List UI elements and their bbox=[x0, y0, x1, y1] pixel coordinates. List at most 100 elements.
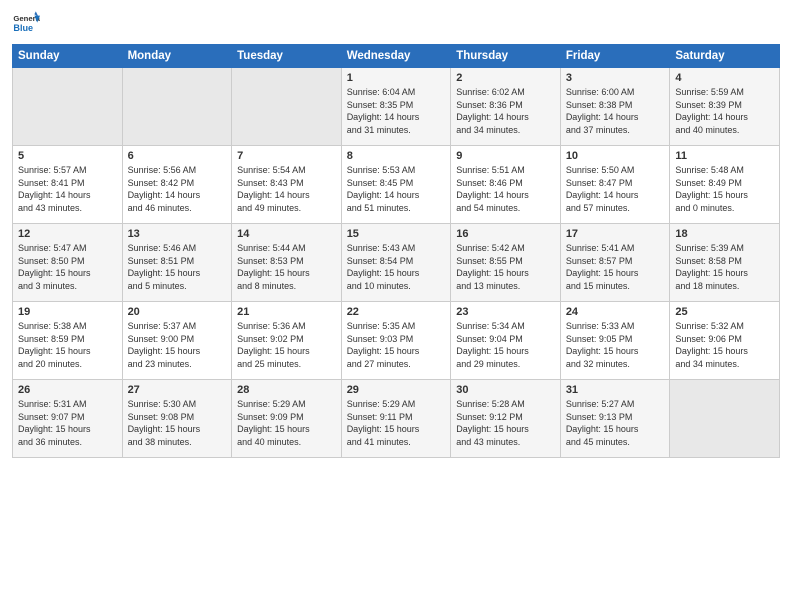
calendar-cell: 23 Sunrise: 5:34 AMSunset: 9:04 PMDayligh… bbox=[451, 302, 561, 380]
day-number: 18 bbox=[675, 228, 774, 240]
day-number: 22 bbox=[347, 306, 446, 318]
day-number: 12 bbox=[18, 228, 117, 240]
day-info: Sunrise: 5:53 AMSunset: 8:45 PMDaylight:… bbox=[347, 164, 446, 214]
day-info: Sunrise: 5:56 AMSunset: 8:42 PMDaylight:… bbox=[128, 164, 227, 214]
calendar-cell: 24 Sunrise: 5:33 AMSunset: 9:05 PMDayligh… bbox=[560, 302, 670, 380]
col-header-friday: Friday bbox=[560, 45, 670, 68]
logo: General Blue bbox=[12, 10, 44, 38]
calendar-cell: 29 Sunrise: 5:29 AMSunset: 9:11 PMDayligh… bbox=[341, 380, 451, 458]
calendar-cell bbox=[670, 380, 780, 458]
week-row-4: 19 Sunrise: 5:38 AMSunset: 8:59 PMDayligh… bbox=[13, 302, 780, 380]
col-header-tuesday: Tuesday bbox=[232, 45, 342, 68]
calendar-cell: 31 Sunrise: 5:27 AMSunset: 9:13 PMDayligh… bbox=[560, 380, 670, 458]
day-info: Sunrise: 5:33 AMSunset: 9:05 PMDaylight:… bbox=[566, 320, 665, 370]
day-number: 15 bbox=[347, 228, 446, 240]
day-info: Sunrise: 5:42 AMSunset: 8:55 PMDaylight:… bbox=[456, 242, 555, 292]
calendar-table: SundayMondayTuesdayWednesdayThursdayFrid… bbox=[12, 44, 780, 458]
day-info: Sunrise: 5:48 AMSunset: 8:49 PMDaylight:… bbox=[675, 164, 774, 214]
calendar-cell: 20 Sunrise: 5:37 AMSunset: 9:00 PMDayligh… bbox=[122, 302, 232, 380]
header-row: SundayMondayTuesdayWednesdayThursdayFrid… bbox=[13, 45, 780, 68]
calendar-cell: 22Sunrise: 5:35 AMSunset: 9:03 PMDayligh… bbox=[341, 302, 451, 380]
day-info: Sunrise: 5:30 AMSunset: 9:08 PMDaylight:… bbox=[128, 398, 227, 448]
day-number: 3 bbox=[566, 72, 665, 84]
day-info: Sunrise: 5:27 AMSunset: 9:13 PMDaylight:… bbox=[566, 398, 665, 448]
day-info: Sunrise: 5:37 AMSunset: 9:00 PMDaylight:… bbox=[128, 320, 227, 370]
day-info: Sunrise: 5:47 AMSunset: 8:50 PMDaylight:… bbox=[18, 242, 117, 292]
week-row-2: 5 Sunrise: 5:57 AMSunset: 8:41 PMDaylight… bbox=[13, 146, 780, 224]
calendar-cell bbox=[122, 68, 232, 146]
day-info: Sunrise: 5:29 AMSunset: 9:09 PMDaylight:… bbox=[237, 398, 336, 448]
calendar-cell: 7 Sunrise: 5:54 AMSunset: 8:43 PMDaylight… bbox=[232, 146, 342, 224]
calendar-cell: 28Sunrise: 5:29 AMSunset: 9:09 PMDayligh… bbox=[232, 380, 342, 458]
day-number: 1 bbox=[347, 72, 446, 84]
calendar-cell: 12 Sunrise: 5:47 AMSunset: 8:50 PMDayligh… bbox=[13, 224, 123, 302]
calendar-cell: 25 Sunrise: 5:32 AMSunset: 9:06 PMDayligh… bbox=[670, 302, 780, 380]
day-info: Sunrise: 5:38 AMSunset: 8:59 PMDaylight:… bbox=[18, 320, 117, 370]
calendar-cell: 16 Sunrise: 5:42 AMSunset: 8:55 PMDayligh… bbox=[451, 224, 561, 302]
day-info: Sunrise: 5:50 AMSunset: 8:47 PMDaylight:… bbox=[566, 164, 665, 214]
day-number: 10 bbox=[566, 150, 665, 162]
day-info: Sunrise: 5:57 AMSunset: 8:41 PMDaylight:… bbox=[18, 164, 117, 214]
day-number: 23 bbox=[456, 306, 555, 318]
day-info: Sunrise: 6:00 AMSunset: 8:38 PMDaylight:… bbox=[566, 86, 665, 136]
day-number: 29 bbox=[347, 384, 446, 396]
calendar-cell: 5 Sunrise: 5:57 AMSunset: 8:41 PMDaylight… bbox=[13, 146, 123, 224]
day-info: Sunrise: 5:54 AMSunset: 8:43 PMDaylight:… bbox=[237, 164, 336, 214]
calendar-cell: 2Sunrise: 6:02 AMSunset: 8:36 PMDaylight… bbox=[451, 68, 561, 146]
col-header-saturday: Saturday bbox=[670, 45, 780, 68]
day-number: 31 bbox=[566, 384, 665, 396]
day-info: Sunrise: 5:59 AMSunset: 8:39 PMDaylight:… bbox=[675, 86, 774, 136]
week-row-5: 26 Sunrise: 5:31 AMSunset: 9:07 PMDayligh… bbox=[13, 380, 780, 458]
day-number: 20 bbox=[128, 306, 227, 318]
calendar-cell: 11 Sunrise: 5:48 AMSunset: 8:49 PMDayligh… bbox=[670, 146, 780, 224]
day-info: Sunrise: 5:28 AMSunset: 9:12 PMDaylight:… bbox=[456, 398, 555, 448]
calendar-cell: 13Sunrise: 5:46 AMSunset: 8:51 PMDayligh… bbox=[122, 224, 232, 302]
day-number: 7 bbox=[237, 150, 336, 162]
col-header-thursday: Thursday bbox=[451, 45, 561, 68]
day-info: Sunrise: 5:32 AMSunset: 9:06 PMDaylight:… bbox=[675, 320, 774, 370]
day-number: 17 bbox=[566, 228, 665, 240]
calendar-cell: 1Sunrise: 6:04 AMSunset: 8:35 PMDaylight… bbox=[341, 68, 451, 146]
day-info: Sunrise: 5:29 AMSunset: 9:11 PMDaylight:… bbox=[347, 398, 446, 448]
day-number: 26 bbox=[18, 384, 117, 396]
day-info: Sunrise: 5:46 AMSunset: 8:51 PMDaylight:… bbox=[128, 242, 227, 292]
calendar-cell: 26 Sunrise: 5:31 AMSunset: 9:07 PMDayligh… bbox=[13, 380, 123, 458]
day-number: 9 bbox=[456, 150, 555, 162]
day-number: 27 bbox=[128, 384, 227, 396]
day-info: Sunrise: 5:34 AMSunset: 9:04 PMDaylight:… bbox=[456, 320, 555, 370]
day-number: 4 bbox=[675, 72, 774, 84]
week-row-1: 1Sunrise: 6:04 AMSunset: 8:35 PMDaylight… bbox=[13, 68, 780, 146]
day-number: 24 bbox=[566, 306, 665, 318]
day-info: Sunrise: 5:31 AMSunset: 9:07 PMDaylight:… bbox=[18, 398, 117, 448]
calendar-cell: 17 Sunrise: 5:41 AMSunset: 8:57 PMDayligh… bbox=[560, 224, 670, 302]
calendar-cell: 8 Sunrise: 5:53 AMSunset: 8:45 PMDaylight… bbox=[341, 146, 451, 224]
col-header-sunday: Sunday bbox=[13, 45, 123, 68]
calendar-cell bbox=[232, 68, 342, 146]
day-info: Sunrise: 5:41 AMSunset: 8:57 PMDaylight:… bbox=[566, 242, 665, 292]
calendar-cell: 19 Sunrise: 5:38 AMSunset: 8:59 PMDayligh… bbox=[13, 302, 123, 380]
day-number: 30 bbox=[456, 384, 555, 396]
day-number: 25 bbox=[675, 306, 774, 318]
calendar-cell: 18Sunrise: 5:39 AMSunset: 8:58 PMDayligh… bbox=[670, 224, 780, 302]
day-info: Sunrise: 5:36 AMSunset: 9:02 PMDaylight:… bbox=[237, 320, 336, 370]
page-container: General Blue SundayMondayTuesdayWednesda… bbox=[0, 0, 792, 466]
day-number: 8 bbox=[347, 150, 446, 162]
calendar-cell: 10 Sunrise: 5:50 AMSunset: 8:47 PMDayligh… bbox=[560, 146, 670, 224]
week-row-3: 12 Sunrise: 5:47 AMSunset: 8:50 PMDayligh… bbox=[13, 224, 780, 302]
day-number: 6 bbox=[128, 150, 227, 162]
day-number: 5 bbox=[18, 150, 117, 162]
calendar-cell: 14Sunrise: 5:44 AMSunset: 8:53 PMDayligh… bbox=[232, 224, 342, 302]
calendar-cell bbox=[13, 68, 123, 146]
day-info: Sunrise: 5:44 AMSunset: 8:53 PMDaylight:… bbox=[237, 242, 336, 292]
day-number: 19 bbox=[18, 306, 117, 318]
day-number: 21 bbox=[237, 306, 336, 318]
day-number: 16 bbox=[456, 228, 555, 240]
col-header-monday: Monday bbox=[122, 45, 232, 68]
calendar-cell: 6 Sunrise: 5:56 AMSunset: 8:42 PMDaylight… bbox=[122, 146, 232, 224]
day-info: Sunrise: 5:43 AMSunset: 8:54 PMDaylight:… bbox=[347, 242, 446, 292]
logo-icon: General Blue bbox=[12, 10, 40, 38]
day-info: Sunrise: 5:51 AMSunset: 8:46 PMDaylight:… bbox=[456, 164, 555, 214]
calendar-cell: 30 Sunrise: 5:28 AMSunset: 9:12 PMDayligh… bbox=[451, 380, 561, 458]
day-number: 11 bbox=[675, 150, 774, 162]
svg-text:Blue: Blue bbox=[13, 23, 33, 33]
